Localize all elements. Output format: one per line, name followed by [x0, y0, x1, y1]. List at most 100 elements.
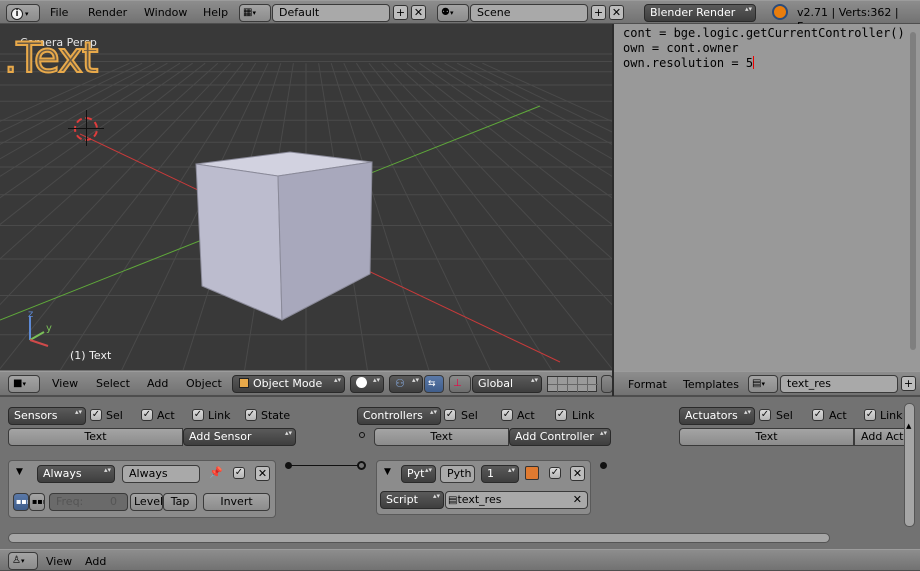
sensor-type-dropdown[interactable]: Always — [37, 465, 115, 483]
controllers-object-label[interactable]: Text — [374, 428, 509, 446]
actuators-object-label[interactable]: Text — [679, 428, 854, 446]
actuators-act-label: Act — [829, 409, 847, 422]
add-scene-icon[interactable]: + — [591, 5, 606, 20]
joystick-icon: ♙ — [12, 555, 21, 566]
sensor-active-checkbox[interactable]: ✓ — [233, 467, 245, 479]
actuators-sel-checkbox[interactable]: ✓ — [759, 409, 771, 421]
controllers-act-checkbox[interactable]: ✓ — [501, 409, 513, 421]
new-text-icon[interactable]: + — [901, 376, 916, 391]
bookmark-icon[interactable] — [525, 466, 539, 480]
scene-field[interactable]: Scene — [470, 4, 588, 22]
code-area[interactable]: cont = bge.logic.getCurrentController() … — [623, 26, 905, 71]
link-line — [291, 465, 359, 466]
controller-name-field[interactable]: Pyth — [440, 465, 475, 483]
menu-help[interactable]: Help — [203, 6, 228, 20]
add-layout-icon[interactable]: + — [393, 5, 408, 20]
controller-output-socket[interactable] — [600, 462, 607, 469]
menu-render[interactable]: Render — [88, 6, 127, 20]
controllers-link-checkbox[interactable]: ✓ — [555, 409, 567, 421]
controller-remove-icon[interactable]: ✕ — [570, 466, 585, 481]
tap-button[interactable]: Tap — [163, 493, 197, 511]
menu-templates[interactable]: Templates — [683, 378, 739, 392]
text-editor[interactable]: cont = bge.logic.getCurrentController() … — [614, 24, 920, 371]
collapse-triangle-icon[interactable]: ▼ — [16, 467, 23, 477]
sensors-link-checkbox[interactable]: ✓ — [192, 409, 204, 421]
text-editor-header: Format Templates ▤▾ text_res + — [614, 371, 920, 396]
script-mode-dropdown[interactable]: Script — [380, 491, 444, 509]
pin-icon[interactable]: 📌 — [209, 466, 223, 479]
logic-vertical-scrollbar[interactable]: ▲ — [904, 403, 915, 527]
add-sensor-dropdown[interactable]: Add Sensor — [183, 428, 296, 446]
grid-line — [393, 62, 612, 260]
logic-editor-header: ♙▾ View Add — [0, 549, 920, 571]
actuators-dropdown[interactable]: Actuators — [679, 407, 755, 425]
sensors-state-checkbox[interactable]: ✓ — [245, 409, 257, 421]
sensors-dropdown[interactable]: Sensors — [8, 407, 86, 425]
menu-add[interactable]: Add — [147, 377, 168, 391]
sensors-object-label[interactable]: Text — [8, 428, 183, 446]
remove-scene-icon[interactable]: ✕ — [609, 5, 624, 20]
actuators-link-checkbox[interactable]: ✓ — [864, 409, 876, 421]
level-button[interactable]: Level — [130, 493, 163, 511]
controller-active-checkbox[interactable]: ✓ — [549, 467, 561, 479]
sensors-sel-checkbox[interactable]: ✓ — [90, 409, 102, 421]
controllers-dropdown[interactable]: Controllers — [357, 407, 441, 425]
editor-type-info-button[interactable]: i ▾ — [6, 4, 40, 22]
controller-input-socket[interactable] — [357, 461, 366, 470]
true-level-trigger-icon[interactable]: ▪▪▪ — [13, 493, 29, 511]
menu-add[interactable]: Add — [85, 555, 106, 569]
render-engine-dropdown[interactable]: Blender Render — [644, 4, 756, 22]
scene-icon[interactable]: ⚉▾ — [437, 4, 469, 22]
controllers-sel-checkbox[interactable]: ✓ — [444, 409, 456, 421]
freq-field[interactable]: Freq: 0 — [49, 493, 128, 511]
sensors-state-label: State — [261, 409, 291, 422]
script-field[interactable]: ▤text_res ✕ — [445, 491, 588, 509]
scroll-up-icon[interactable]: ▲ — [906, 422, 911, 430]
mode-dropdown[interactable]: Object Mode — [232, 375, 345, 393]
controller-type-dropdown[interactable]: Pyt — [401, 465, 436, 483]
remove-layout-icon[interactable]: ✕ — [411, 5, 426, 20]
actuators-act-checkbox[interactable]: ✓ — [812, 409, 824, 421]
collapse-triangle-icon[interactable]: ▼ — [384, 467, 391, 477]
invert-button[interactable]: Invert — [203, 493, 270, 511]
sensors-sel-label: Sel — [106, 409, 123, 422]
axis-z-label: z — [28, 309, 34, 320]
orientation-dropdown[interactable]: Global — [472, 375, 542, 393]
menu-object[interactable]: Object — [186, 377, 222, 391]
transform-axis-icon[interactable]: ⊥ — [449, 375, 471, 393]
add-controller-dropdown[interactable]: Add Controller — [509, 428, 611, 446]
3d-viewport[interactable]: Camera Persp .Text z y (1) Text — [0, 24, 612, 370]
text-datablock-icon[interactable]: ▤▾ — [748, 375, 778, 393]
screen-layout-icon[interactable]: ▦▾ — [239, 4, 271, 22]
gizmo-y-axis — [29, 331, 45, 341]
menu-view[interactable]: View — [52, 377, 78, 391]
chevron-icon: ▾ — [25, 10, 29, 18]
state-socket[interactable] — [359, 432, 365, 438]
manipulator-toggle-icon[interactable]: ⇆ — [424, 375, 444, 393]
menu-view[interactable]: View — [46, 555, 72, 569]
grid-line — [0, 62, 156, 145]
logic-horizontal-scrollbar[interactable] — [8, 533, 830, 543]
menu-window[interactable]: Window — [144, 6, 187, 20]
menu-file[interactable]: File — [50, 6, 68, 20]
grid-line — [381, 62, 612, 306]
viewport-shading-dropdown[interactable] — [350, 375, 384, 393]
editor-type-3dview-button[interactable]: ■▾ — [8, 375, 40, 393]
menu-select[interactable]: Select — [96, 377, 130, 391]
sensor-remove-icon[interactable]: ✕ — [255, 466, 270, 481]
false-level-trigger-icon[interactable]: ▪▪▪ — [29, 493, 45, 511]
editor-type-logic-button[interactable]: ♙▾ — [8, 552, 38, 570]
text-datablock-field[interactable]: text_res — [780, 375, 898, 393]
controller-state-dropdown[interactable]: 1 — [481, 465, 519, 483]
controller-brick: ▼ Pyt Pyth 1 ✓ ✕ Script ▤text_res ✕ — [376, 460, 591, 515]
menu-format[interactable]: Format — [628, 378, 667, 392]
editor-scrollbar[interactable] — [910, 32, 916, 350]
pivot-point-dropdown[interactable]: ⚇ — [389, 375, 423, 393]
screen-layout-field[interactable]: Default — [272, 4, 390, 22]
freq-value: 0 — [110, 495, 117, 508]
clear-script-icon[interactable]: ✕ — [573, 492, 582, 508]
sensor-name-field[interactable]: Always — [122, 465, 200, 483]
logic-editor[interactable]: Sensors ✓ Sel ✓ Act ✓ Link ✓ State Text Add … — [0, 396, 920, 548]
sensors-act-checkbox[interactable]: ✓ — [141, 409, 153, 421]
layer-buttons[interactable] — [547, 376, 598, 393]
